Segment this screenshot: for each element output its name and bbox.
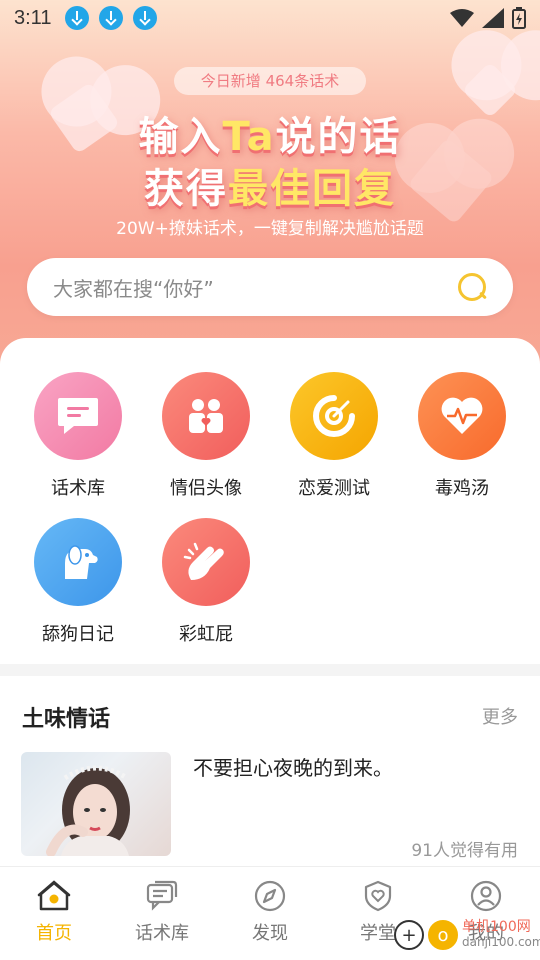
clap-icon[interactable] bbox=[162, 518, 250, 606]
chat-bubble-icon[interactable] bbox=[34, 372, 122, 460]
heartbeat-icon[interactable] bbox=[418, 372, 506, 460]
battery-icon bbox=[512, 7, 526, 29]
feature-label: 彩虹屁 bbox=[179, 624, 233, 645]
feature-panel: 话术库 情侣头像 恋爱测试 毒鸡汤 舔狗日记 彩虹屁 bbox=[0, 338, 540, 664]
status-time: 3:11 bbox=[14, 6, 52, 29]
search-bar[interactable]: 大家都在搜“你好” bbox=[27, 258, 513, 316]
daily-new-badge: 今日新增 464条话术 bbox=[174, 67, 366, 95]
target-icon[interactable] bbox=[290, 372, 378, 460]
more-link[interactable]: 更多 bbox=[482, 703, 518, 729]
home-icon[interactable] bbox=[37, 879, 71, 913]
couple-icon[interactable] bbox=[162, 372, 250, 460]
logo-icon: o bbox=[428, 920, 458, 950]
feature-love-test[interactable]: 恋爱测试 bbox=[274, 372, 394, 500]
compass-icon[interactable] bbox=[253, 879, 287, 913]
feature-poison-soup[interactable]: 毒鸡汤 bbox=[402, 372, 522, 500]
download-icon bbox=[133, 6, 158, 30]
feature-dog-diary[interactable]: 舔狗日记 bbox=[18, 518, 138, 646]
section-title: 土味情话 bbox=[22, 707, 111, 732]
user-icon[interactable] bbox=[469, 879, 503, 913]
tab-label: 话术库 bbox=[135, 923, 189, 944]
download-icon bbox=[65, 6, 90, 30]
feature-couple-avatar[interactable]: 情侣头像 bbox=[146, 372, 266, 500]
search-placeholder[interactable]: 大家都在搜“你好” bbox=[53, 273, 457, 302]
chat-icon[interactable] bbox=[145, 879, 179, 913]
tab-phrase-library[interactable]: 话术库 bbox=[108, 867, 216, 960]
feature-rainbow-fart[interactable]: 彩虹屁 bbox=[146, 518, 266, 646]
feature-phrase-library[interactable]: 话术库 bbox=[18, 372, 138, 500]
site-watermark: + o 单机100网 danji100.com bbox=[394, 920, 540, 950]
hero-banner: 3:11 今日新增 464条话术 输入Ta说的话 获得最佳回复 20W+撩妹话术… bbox=[0, 0, 540, 380]
tab-home[interactable]: 首页 bbox=[0, 867, 108, 960]
feature-label: 话术库 bbox=[51, 478, 105, 499]
banner-subtitle: 20W+撩妹话术，一键复制解决尴尬话题 bbox=[116, 219, 424, 239]
tab-discover[interactable]: 发现 bbox=[216, 867, 324, 960]
search-icon[interactable] bbox=[457, 272, 487, 302]
plus-icon: + bbox=[394, 920, 424, 950]
wifi-icon bbox=[450, 9, 474, 27]
banner-headline-2: 获得最佳回复 bbox=[144, 166, 396, 212]
tab-label: 首页 bbox=[36, 923, 72, 944]
status-bar: 3:11 bbox=[0, 0, 540, 36]
dog-icon[interactable] bbox=[34, 518, 122, 606]
feature-label: 舔狗日记 bbox=[42, 624, 114, 645]
download-icon bbox=[99, 6, 124, 30]
article-thumbnail[interactable] bbox=[21, 752, 171, 856]
feature-label: 恋爱测试 bbox=[298, 478, 370, 499]
feature-label: 毒鸡汤 bbox=[435, 478, 489, 499]
banner-headline-1: 输入Ta说的话 bbox=[138, 114, 402, 160]
tab-label: 发现 bbox=[252, 923, 288, 944]
shield-icon[interactable] bbox=[361, 879, 395, 913]
useful-count: 91人觉得有用 bbox=[411, 841, 518, 861]
section-earthy-love-words: 土味情话 更多 不要担心夜晚的到来。 91人觉得有用 bbox=[0, 676, 540, 868]
watermark-text: 单机100网 danji100.com bbox=[462, 919, 540, 950]
feature-label: 情侣头像 bbox=[170, 478, 242, 499]
article-text[interactable]: 不要担心夜晚的到来。 bbox=[193, 752, 393, 781]
signal-icon bbox=[482, 8, 504, 28]
